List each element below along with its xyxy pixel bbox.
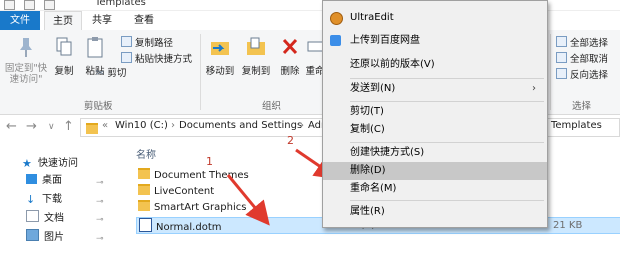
- menu-item-baidu-upload[interactable]: 上传到百度网盘: [323, 32, 547, 50]
- context-menu: UltraEdit 上传到百度网盘 还原以前的版本(V) 发送到(N) › 剪切…: [322, 0, 548, 228]
- menu-item-delete[interactable]: 删除(D): [323, 162, 547, 180]
- annotation-arrow-one: [226, 174, 270, 226]
- menu-item-copy[interactable]: 复制(C): [323, 121, 547, 139]
- menu-separator: [350, 78, 544, 79]
- menu-item-create-shortcut[interactable]: 创建快捷方式(S): [323, 144, 547, 162]
- menu-item-rename[interactable]: 重命名(M): [323, 180, 547, 198]
- menu-item-properties[interactable]: 属性(R): [323, 203, 547, 221]
- menu-separator: [350, 142, 544, 143]
- cloud-upload-icon: [330, 35, 341, 46]
- menu-item-cut[interactable]: 剪切(T): [323, 103, 547, 121]
- menu-item-ultraedit[interactable]: UltraEdit: [323, 9, 547, 27]
- menu-separator: [350, 101, 544, 102]
- menu-separator: [350, 200, 544, 201]
- menu-item-restore-versions[interactable]: 还原以前的版本(V): [323, 56, 547, 74]
- submenu-chevron-icon: ›: [532, 83, 536, 94]
- ultraedit-icon: [330, 12, 343, 25]
- menu-item-send-to[interactable]: 发送到(N) ›: [323, 80, 547, 98]
